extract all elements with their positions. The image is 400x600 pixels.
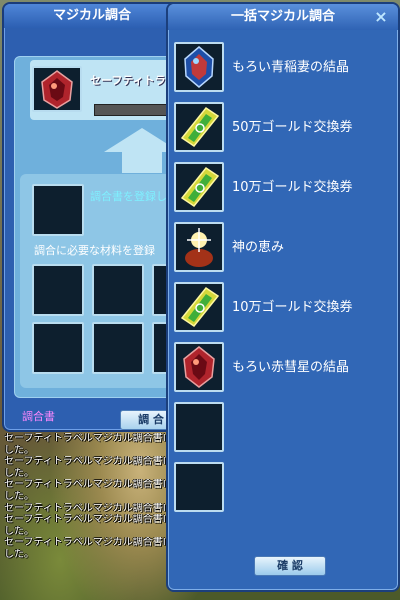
gold-ticket-icon [174,282,224,332]
empty-slot[interactable] [174,462,224,512]
result-item-slot[interactable] [32,66,82,112]
chat-line: セーフティトラベルマジカル調合書IIで [4,537,169,549]
arrow-stem [122,151,162,173]
list-item[interactable]: もろい赤彗星の結晶 [174,342,394,394]
material-slot[interactable] [32,264,84,316]
blue-crystal-icon [174,42,224,92]
chat-line: した。 [4,525,34,537]
list-item[interactable]: もろい青稲妻の結晶 [174,42,394,94]
item-name: 50万ゴールド交換券 [232,120,353,135]
chat-line: セーフティトラベルマジカル調合書IIで [4,502,169,514]
item-name: 10万ゴールド交換券 [232,180,353,195]
bulk-crafting-window: 一括マジカル調合 × もろい青稲妻の結晶 50万ゴールド交換券 10万ゴールド交… [166,2,400,592]
chat-line: した。 [4,490,34,502]
material-slot[interactable] [32,322,84,374]
material-slot[interactable] [92,322,144,374]
chat-line: セーフティトラベルマジカル調合書IIで [4,433,169,444]
item-name: 10万ゴールド交換券 [232,300,353,315]
empty-slot[interactable] [174,402,224,452]
chat-line: セーフティトラベルマジカル調合書IIで [4,479,169,491]
chat-line: した。 [4,467,34,479]
red-crystal-icon [41,70,73,109]
red-crystal-icon [174,342,224,392]
window-title: マジカル調合 [4,4,180,28]
result-item-name: セーフティトラベル [90,74,170,87]
chat-line: セーフティトラベルマジカル調合書IIで [4,456,169,468]
chat-line: した。 [4,444,34,456]
register-hint: 調合書を登録し [90,190,167,203]
list-item[interactable]: 50万ゴールド交換券 [174,102,394,154]
magical-crafting-window: マジカル調合 セーフティトラベル 調合書を登録し 調合に必要な材料を登録 調合書… [2,2,182,432]
chat-log: セーフティトラベルマジカル調合書IIで した。 セーフティトラベルマジカル調合書… [4,433,174,561]
gold-ticket-icon [174,102,224,152]
material-slot[interactable] [92,264,144,316]
item-name: もろい青稲妻の結晶 [232,60,350,75]
window-title: 一括マジカル調合 [168,4,398,30]
close-icon[interactable]: × [372,8,390,26]
chat-line: した。 [4,548,34,560]
recipe-label: 調合書 [22,410,55,423]
chat-line: セーフティトラベルマジカル調合書IIで [4,514,169,526]
recipe-slot[interactable] [32,184,84,236]
list-item[interactable]: 10万ゴールド交換券 [174,162,394,214]
confirm-button[interactable]: 確 認 [254,556,326,576]
materials-hint: 調合に必要な材料を登録 [34,244,155,257]
divine-blessing-icon [174,222,224,272]
gold-ticket-icon [174,162,224,212]
list-item[interactable]: 10万ゴールド交換券 [174,282,394,334]
list-item[interactable]: 神の恵み [174,222,394,274]
item-name: もろい赤彗星の結晶 [232,360,350,375]
item-name: 神の恵み [232,240,285,255]
